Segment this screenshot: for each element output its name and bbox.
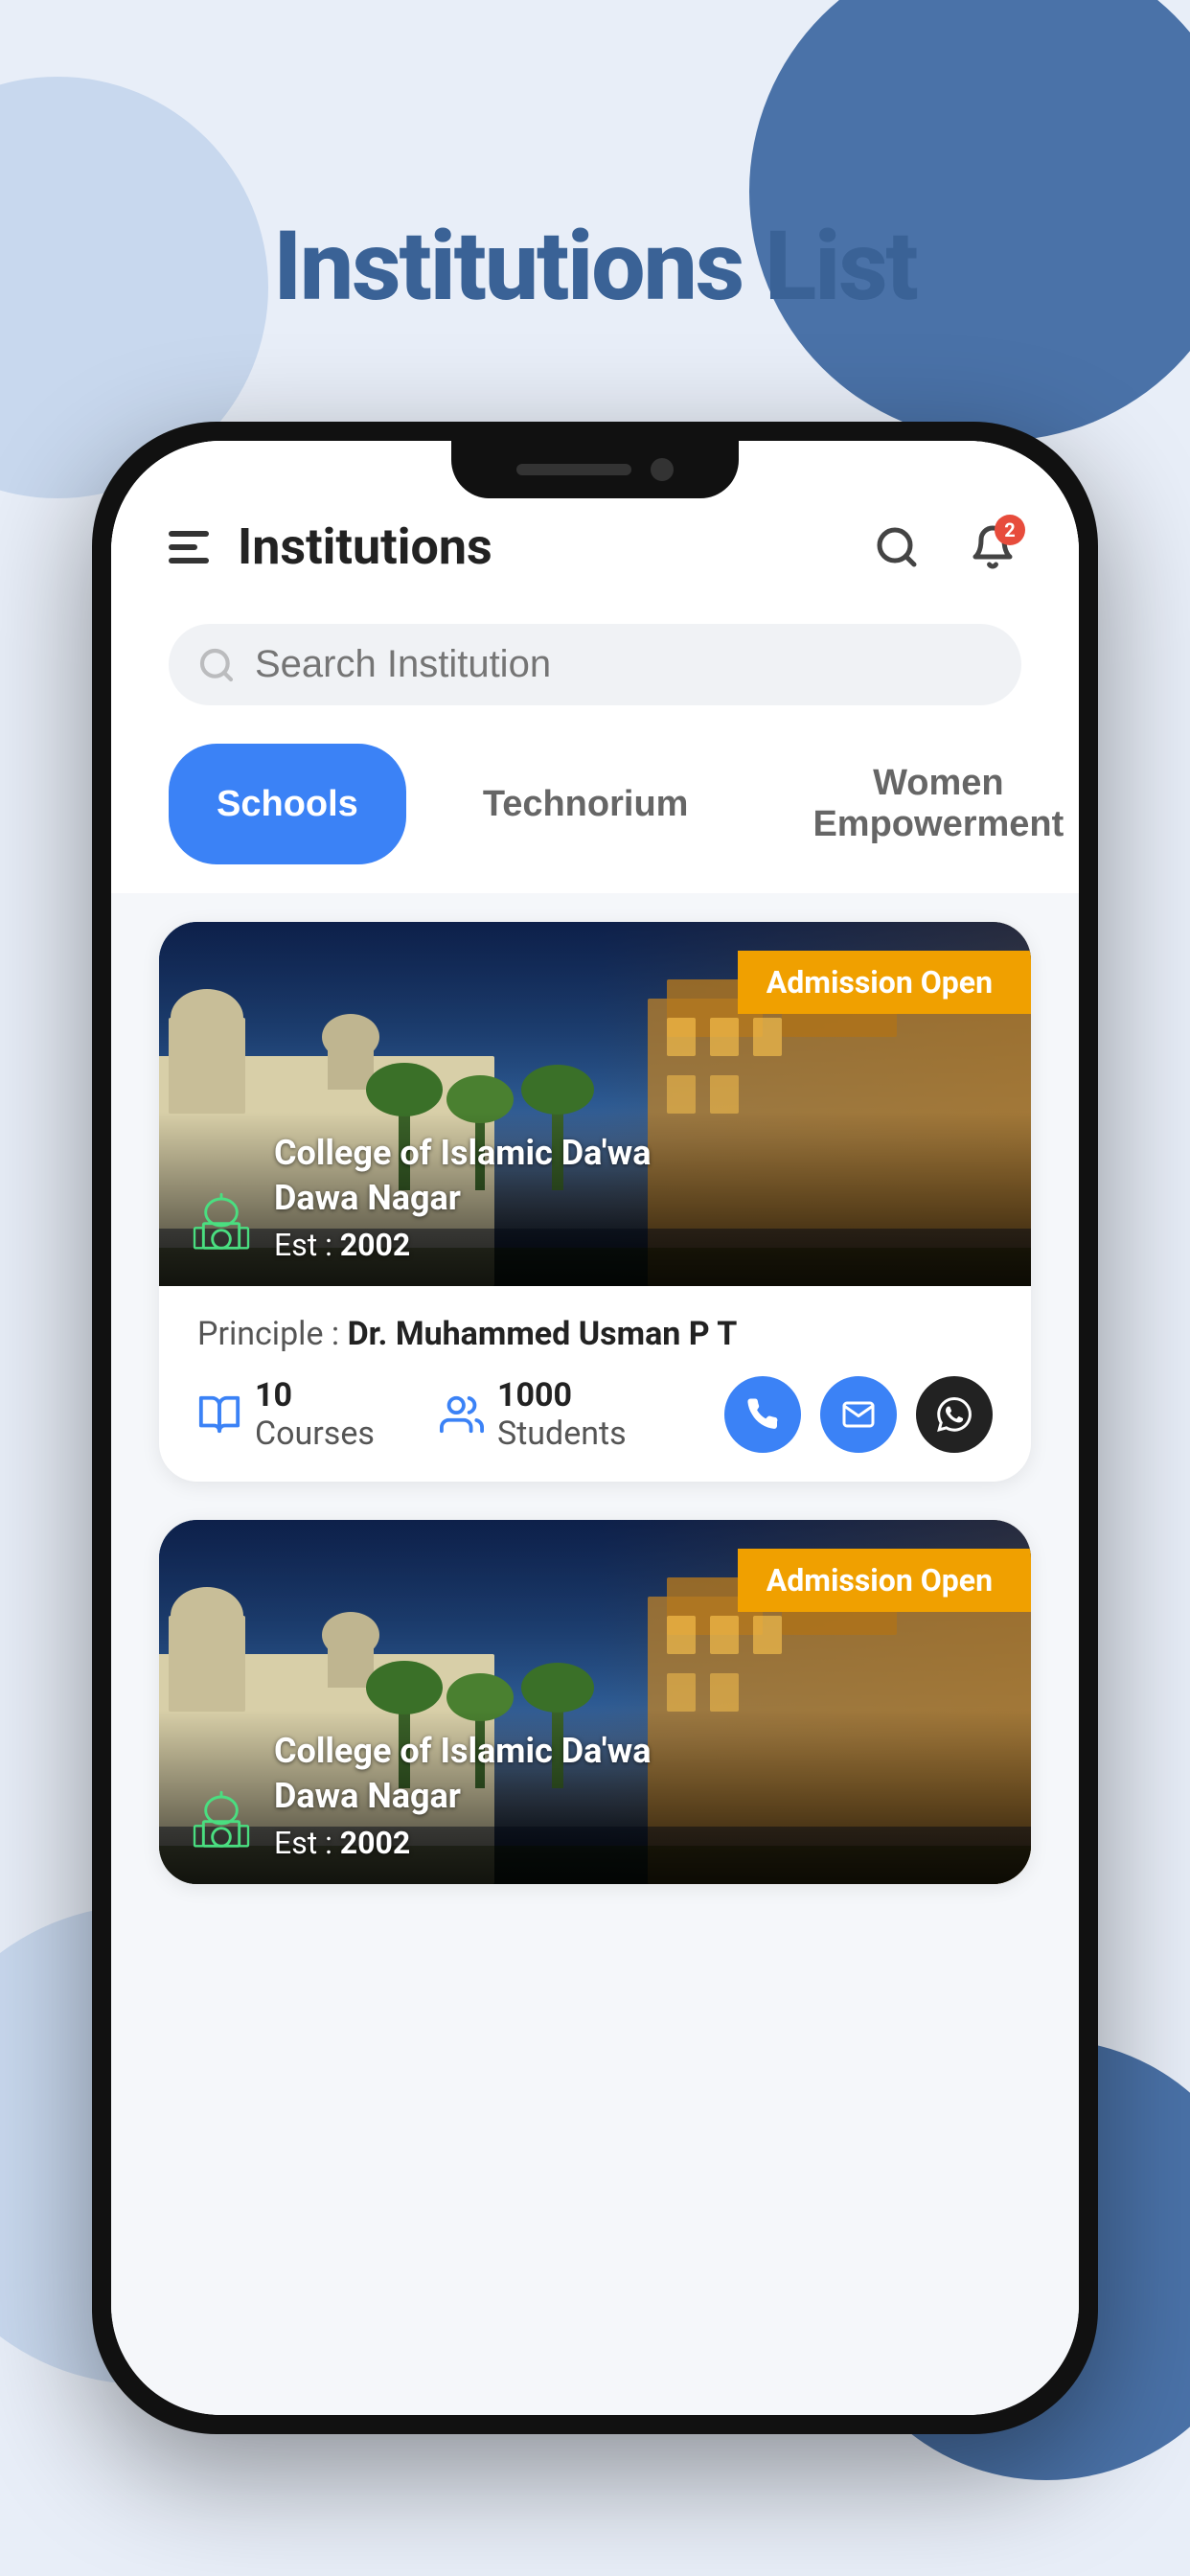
hamburger-line-1 <box>169 531 209 537</box>
page-title: Institutions List <box>0 211 1190 323</box>
cards-scroll: Admission Open <box>111 893 1079 2415</box>
institution-card-1: Admission Open <box>159 922 1031 1482</box>
stat-students-1: 1000 Students <box>440 1376 686 1453</box>
app-content: Institutions 2 <box>111 441 1079 2415</box>
phone-mockup: Institutions 2 <box>92 422 1098 2434</box>
tab-technorium[interactable]: Technorium <box>435 744 737 864</box>
search-field-icon <box>197 646 236 684</box>
card-image-1: Admission Open <box>159 922 1031 1286</box>
students-icon-1 <box>440 1391 484 1438</box>
phone-button-1[interactable] <box>724 1376 801 1453</box>
courses-icon-1 <box>197 1391 241 1438</box>
card-info-1: Principle : Dr. Muhammed Usman P T <box>159 1286 1031 1482</box>
college-name-1: College of Islamic Da'waDawa Nagar <box>274 1131 1002 1221</box>
principle-text-1: Principle : Dr. Muhammed Usman P T <box>197 1315 993 1353</box>
notch-speaker <box>516 464 631 475</box>
search-input[interactable] <box>255 643 993 686</box>
courses-count-1: 10 Courses <box>255 1376 401 1453</box>
college-name-2: College of Islamic Da'waDawa Nagar <box>274 1729 1002 1819</box>
phone-notch <box>451 441 739 498</box>
institution-card-2: Admission Open <box>159 1520 1031 1884</box>
notification-badge: 2 <box>995 515 1025 545</box>
phone-screen: Institutions 2 <box>111 441 1079 2415</box>
est-text-2: Est : 2002 <box>274 1825 1002 1861</box>
tab-women-empowerment[interactable]: Women Empowerment <box>765 744 1079 864</box>
search-container <box>111 605 1079 734</box>
hamburger-line-2 <box>169 544 197 550</box>
card-actions-1 <box>724 1376 993 1453</box>
stat-courses-1: 10 Courses <box>197 1376 401 1453</box>
whatsapp-button-1[interactable] <box>916 1376 993 1453</box>
mosque-icon-1 <box>188 1192 255 1263</box>
tab-schools[interactable]: Schools <box>169 744 406 864</box>
card-image-2: Admission Open <box>159 1520 1031 1884</box>
email-button-1[interactable] <box>820 1376 897 1453</box>
mosque-icon-2 <box>188 1790 255 1861</box>
search-input-wrap[interactable] <box>169 624 1021 705</box>
admission-ribbon-1: Admission Open <box>738 951 1031 1014</box>
notch-camera <box>651 458 674 481</box>
page-title-container: Institutions List <box>0 211 1190 323</box>
tabs-container: Schools Technorium Women Empowerment <box>111 734 1079 893</box>
card-bottom-info-2: College of Islamic Da'waDawa Nagar Est :… <box>159 1710 1031 1884</box>
header-right: 2 <box>868 518 1021 576</box>
hamburger-menu-icon[interactable] <box>169 531 209 564</box>
students-count-1: 1000 Students <box>497 1376 686 1453</box>
search-icon-button[interactable] <box>868 518 926 576</box>
card-name-est-1: College of Islamic Da'waDawa Nagar Est :… <box>274 1131 1002 1263</box>
card-stats-1: 10 Courses <box>197 1376 993 1453</box>
est-text-1: Est : 2002 <box>274 1227 1002 1263</box>
card-name-est-2: College of Islamic Da'waDawa Nagar Est :… <box>274 1729 1002 1861</box>
notification-button[interactable]: 2 <box>964 518 1021 576</box>
principle-name-1: Dr. Muhammed Usman P T <box>348 1315 738 1353</box>
header-title: Institutions <box>238 518 492 576</box>
hamburger-line-3 <box>169 558 209 564</box>
header-left: Institutions <box>169 518 492 576</box>
admission-ribbon-2: Admission Open <box>738 1549 1031 1612</box>
card-bottom-info-1: College of Islamic Da'waDawa Nagar Est :… <box>159 1112 1031 1286</box>
